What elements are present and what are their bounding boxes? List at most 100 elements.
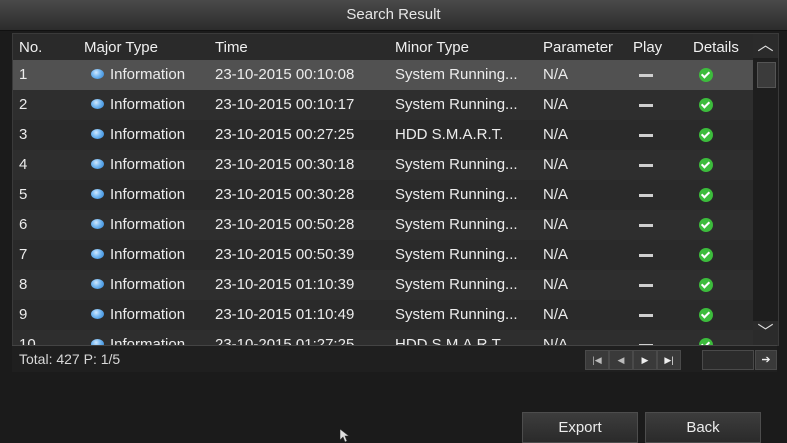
play-dash-icon[interactable] bbox=[639, 314, 653, 317]
table-row[interactable]: 9 Information 23-10-2015 01:10:49 System Ru… bbox=[13, 300, 753, 330]
total-count: Total: 427 P: 1/5 bbox=[19, 351, 121, 367]
vertical-scrollbar[interactable]: ︿ ﹀ bbox=[753, 34, 778, 345]
col-time[interactable]: Time bbox=[215, 39, 248, 56]
play-dash-icon[interactable] bbox=[639, 254, 653, 257]
details-check-icon[interactable] bbox=[699, 248, 713, 262]
time-cell: 23-10-2015 00:10:17 bbox=[215, 96, 355, 113]
minor-type-cell: System Running... bbox=[395, 96, 518, 113]
time-cell: 23-10-2015 01:10:49 bbox=[215, 306, 355, 323]
info-icon bbox=[91, 99, 104, 109]
play-dash-icon[interactable] bbox=[639, 74, 653, 77]
prev-page-icon[interactable]: ◀ bbox=[609, 350, 633, 370]
col-major-type[interactable]: Major Type bbox=[84, 39, 158, 56]
details-check-icon[interactable] bbox=[699, 68, 713, 82]
table-row[interactable]: 7 Information 23-10-2015 00:50:39 System Ru… bbox=[13, 240, 753, 270]
time-cell: 23-10-2015 00:30:28 bbox=[215, 186, 355, 203]
info-icon bbox=[91, 219, 104, 229]
row-number: 5 bbox=[19, 186, 28, 203]
minor-type-cell: System Running... bbox=[395, 306, 518, 323]
play-dash-icon[interactable] bbox=[639, 104, 653, 107]
parameter-cell: N/A bbox=[543, 246, 569, 263]
parameter-cell: N/A bbox=[543, 156, 569, 173]
parameter-cell: N/A bbox=[543, 66, 569, 83]
go-page-icon[interactable]: ➔ bbox=[755, 350, 777, 370]
table-row[interactable]: 2 Information 23-10-2015 00:10:17 System Ru… bbox=[13, 90, 753, 120]
scroll-down-icon[interactable]: ﹀ bbox=[753, 321, 778, 345]
table-row[interactable]: 4 Information 23-10-2015 00:30:18 System Ru… bbox=[13, 150, 753, 180]
play-dash-icon[interactable] bbox=[639, 164, 653, 167]
minor-type-cell: System Running... bbox=[395, 66, 518, 83]
row-number: 4 bbox=[19, 156, 28, 173]
col-details[interactable]: Details bbox=[693, 39, 739, 56]
parameter-cell: N/A bbox=[543, 216, 569, 233]
play-dash-icon[interactable] bbox=[639, 284, 653, 287]
window-title: Search Result bbox=[0, 0, 787, 31]
row-number: 2 bbox=[19, 96, 28, 113]
table-row[interactable]: 8 Information 23-10-2015 01:10:39 System Ru… bbox=[13, 270, 753, 300]
row-number: 1 bbox=[19, 66, 28, 83]
minor-type-cell: HDD S.M.A.R.T. bbox=[395, 126, 504, 143]
major-type-cell: Information bbox=[110, 246, 186, 263]
details-check-icon[interactable] bbox=[699, 128, 713, 142]
first-page-icon[interactable]: |◀ bbox=[585, 350, 609, 370]
minor-type-cell: System Running... bbox=[395, 186, 518, 203]
details-check-icon[interactable] bbox=[699, 218, 713, 232]
major-type-cell: Information bbox=[110, 186, 186, 203]
parameter-cell: N/A bbox=[543, 276, 569, 293]
table-row[interactable]: 6 Information 23-10-2015 00:50:28 System Ru… bbox=[13, 210, 753, 240]
minor-type-cell: System Running... bbox=[395, 216, 518, 233]
last-page-icon[interactable]: ▶| bbox=[657, 350, 681, 370]
table-body: 1 Information 23-10-2015 00:10:08 System Ru… bbox=[13, 60, 753, 345]
col-parameter[interactable]: Parameter bbox=[543, 39, 613, 56]
major-type-cell: Information bbox=[110, 96, 186, 113]
details-check-icon[interactable] bbox=[699, 338, 713, 345]
col-play[interactable]: Play bbox=[633, 39, 662, 56]
time-cell: 23-10-2015 00:30:18 bbox=[215, 156, 355, 173]
table-row[interactable]: 5 Information 23-10-2015 00:30:28 System Ru… bbox=[13, 180, 753, 210]
col-minor-type[interactable]: Minor Type bbox=[395, 39, 469, 56]
time-cell: 23-10-2015 00:50:39 bbox=[215, 246, 355, 263]
scroll-thumb[interactable] bbox=[757, 62, 776, 88]
col-no[interactable]: No. bbox=[19, 39, 42, 56]
info-icon bbox=[91, 249, 104, 259]
major-type-cell: Information bbox=[110, 276, 186, 293]
play-dash-icon[interactable] bbox=[639, 134, 653, 137]
details-check-icon[interactable] bbox=[699, 98, 713, 112]
parameter-cell: N/A bbox=[543, 96, 569, 113]
info-icon bbox=[91, 189, 104, 199]
info-icon bbox=[91, 129, 104, 139]
details-check-icon[interactable] bbox=[699, 278, 713, 292]
minor-type-cell: System Running... bbox=[395, 246, 518, 263]
major-type-cell: Information bbox=[110, 216, 186, 233]
play-dash-icon[interactable] bbox=[639, 194, 653, 197]
row-number: 6 bbox=[19, 216, 28, 233]
results-table: No. Major Type Time Minor Type Parameter… bbox=[12, 33, 779, 346]
page-number-input[interactable] bbox=[702, 350, 754, 370]
major-type-cell: Information bbox=[110, 126, 186, 143]
time-cell: 23-10-2015 00:27:25 bbox=[215, 126, 355, 143]
row-number: 9 bbox=[19, 306, 28, 323]
parameter-cell: N/A bbox=[543, 306, 569, 323]
row-number: 8 bbox=[19, 276, 28, 293]
details-check-icon[interactable] bbox=[699, 188, 713, 202]
table-header: No. Major Type Time Minor Type Parameter… bbox=[13, 34, 753, 60]
parameter-cell: N/A bbox=[543, 336, 569, 345]
time-cell: 23-10-2015 00:50:28 bbox=[215, 216, 355, 233]
table-row[interactable]: 1 Information 23-10-2015 00:10:08 System Ru… bbox=[13, 60, 753, 90]
major-type-cell: Information bbox=[110, 66, 186, 83]
table-row[interactable]: 10 Information 23-10-2015 01:27:25 HDD S.M.… bbox=[13, 330, 753, 345]
back-button[interactable]: Back bbox=[645, 412, 761, 443]
export-button[interactable]: Export bbox=[522, 412, 638, 443]
details-check-icon[interactable] bbox=[699, 308, 713, 322]
minor-type-cell: HDD S.M.A.R.T. bbox=[395, 336, 504, 345]
scroll-up-icon[interactable]: ︿ bbox=[753, 34, 778, 58]
row-number: 10 bbox=[19, 336, 36, 345]
info-icon bbox=[91, 279, 104, 289]
play-dash-icon[interactable] bbox=[639, 224, 653, 227]
time-cell: 23-10-2015 01:27:25 bbox=[215, 336, 355, 345]
info-icon bbox=[91, 69, 104, 79]
major-type-cell: Information bbox=[110, 156, 186, 173]
next-page-icon[interactable]: ▶ bbox=[633, 350, 657, 370]
details-check-icon[interactable] bbox=[699, 158, 713, 172]
table-row[interactable]: 3 Information 23-10-2015 00:27:25 HDD S.M.A… bbox=[13, 120, 753, 150]
